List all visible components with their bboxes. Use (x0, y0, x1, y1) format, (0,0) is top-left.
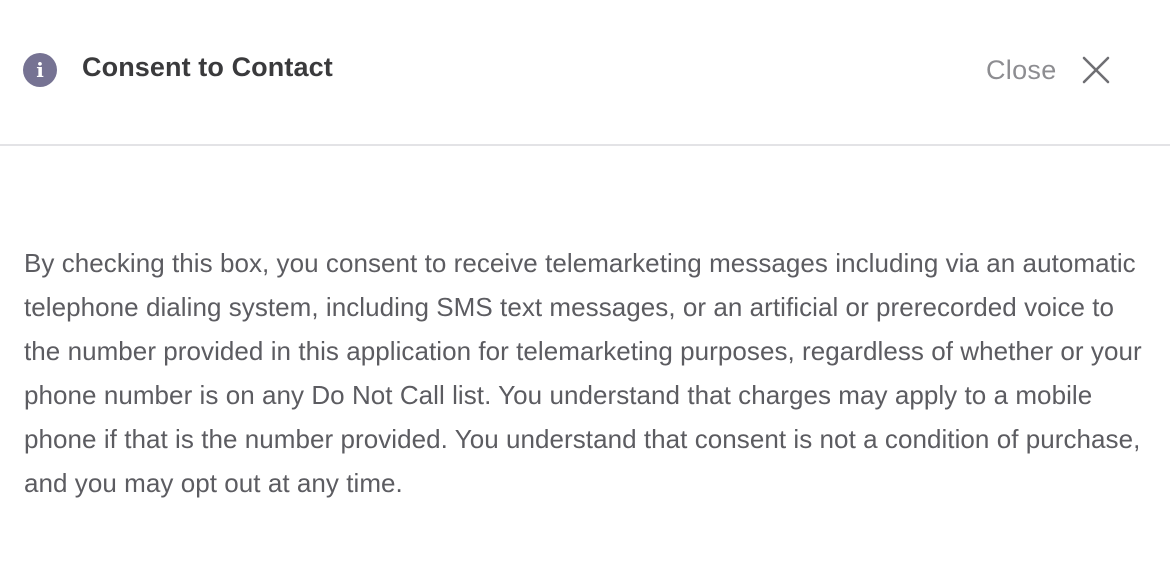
consent-text: By checking this box, you consent to rec… (24, 248, 1142, 498)
info-icon: i (23, 53, 57, 87)
info-icon-glyph: i (36, 58, 44, 82)
dialog-title: Consent to Contact (82, 52, 333, 82)
close-label[interactable]: Close (986, 55, 1057, 86)
close-button[interactable]: Close (986, 50, 1111, 90)
close-icon[interactable] (1081, 55, 1111, 85)
consent-dialog: i Consent to Contact Close By checking t… (0, 0, 1170, 562)
dialog-header: i Consent to Contact Close (0, 0, 1170, 146)
